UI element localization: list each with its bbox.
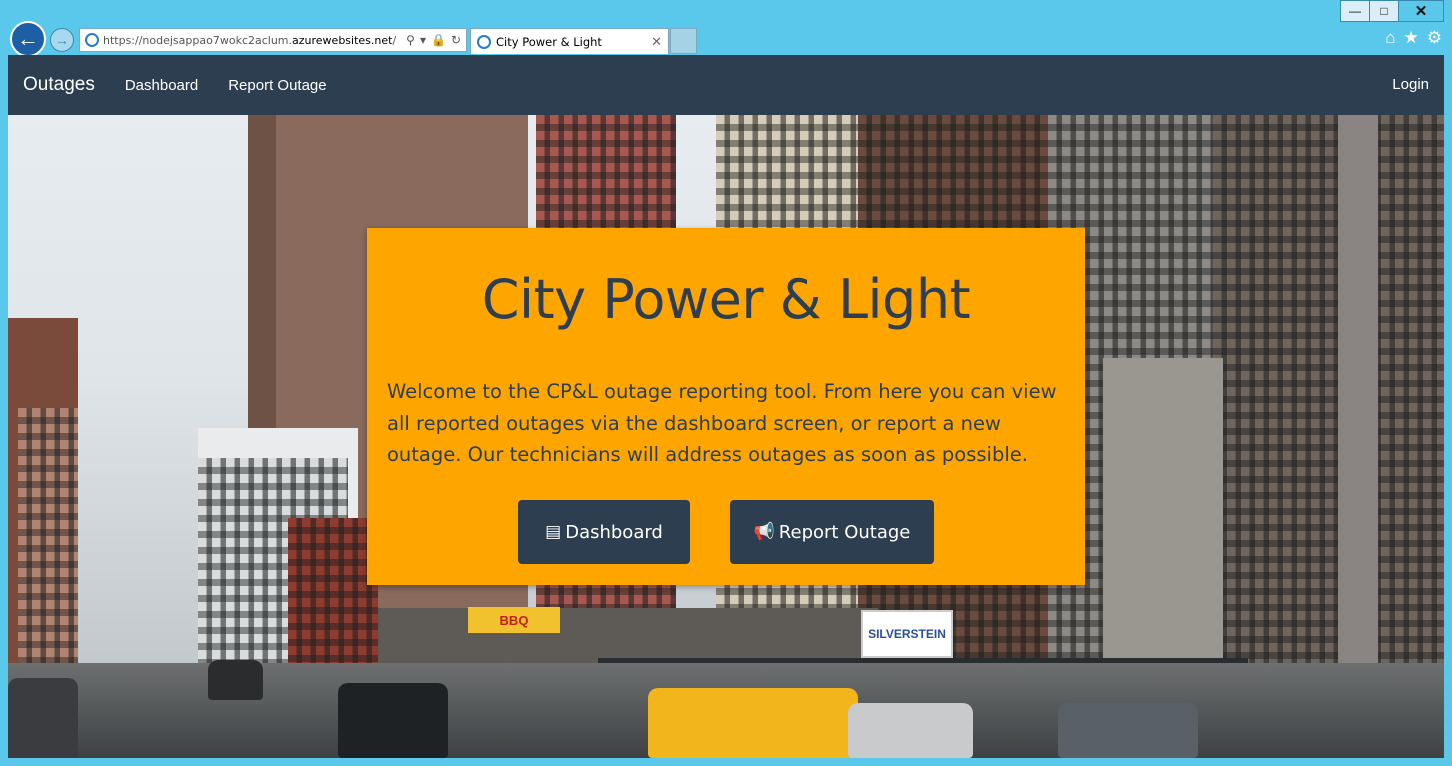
dashboard-button[interactable]: ▤ Dashboard: [518, 500, 690, 564]
back-arrow-icon[interactable]: ←: [10, 21, 46, 57]
tab-city-power[interactable]: City Power & Light ✕: [470, 28, 669, 54]
search-icon[interactable]: ⚲: [406, 33, 415, 47]
nav-link-report-outage[interactable]: Report Outage: [228, 77, 326, 94]
browser-toolbar-icons: ⌂ ★ ⚙: [1385, 28, 1442, 48]
hero-description: Welcome to the CP&L outage reporting too…: [387, 380, 1057, 466]
new-tab-button[interactable]: [670, 28, 697, 54]
forward-arrow-icon[interactable]: →: [50, 28, 74, 52]
hero-card: City Power & Light Welcome to the CP&L o…: [367, 228, 1085, 585]
site-favicon-icon: [85, 33, 99, 47]
car: [208, 660, 263, 700]
car: [8, 678, 78, 758]
tab-title: City Power & Light: [496, 34, 602, 49]
nav-link-login[interactable]: Login: [1392, 76, 1429, 93]
maximize-icon[interactable]: □: [1369, 0, 1399, 22]
close-icon[interactable]: ✕: [1398, 0, 1444, 22]
page-viewport: Outages Dashboard Report Outage Login BB…: [8, 55, 1444, 758]
report-outage-button-label: Report Outage: [778, 521, 911, 543]
top-navbar: Outages Dashboard Report Outage Login: [8, 55, 1444, 115]
url-domain: azurewebsites.net: [292, 33, 393, 47]
refresh-icon[interactable]: ↻: [451, 33, 461, 47]
car: [848, 703, 973, 758]
minimize-icon[interactable]: —: [1340, 0, 1370, 22]
bbq-sign: BBQ: [468, 607, 560, 633]
taxi: [648, 688, 858, 758]
url-prefix: https://nodejsappao7wokc2aclum.: [103, 33, 293, 47]
nav-link-dashboard[interactable]: Dashboard: [125, 77, 198, 94]
lock-icon[interactable]: 🔒: [431, 33, 446, 47]
hero-title: City Power & Light: [481, 268, 971, 331]
gear-icon[interactable]: ⚙: [1427, 28, 1442, 48]
window-controls: — □ ✕: [1340, 0, 1444, 22]
dashboard-button-label: Dashboard: [565, 521, 663, 543]
list-icon: ▤: [545, 522, 562, 542]
star-icon[interactable]: ★: [1404, 28, 1419, 48]
car: [1058, 703, 1198, 758]
report-outage-button[interactable]: 📢 Report Outage: [730, 500, 934, 564]
url-suffix: /: [392, 33, 397, 47]
tab-favicon-icon: [477, 34, 491, 49]
silverstein-sign: SILVERSTEIN: [861, 610, 953, 658]
navbar-brand[interactable]: Outages: [23, 74, 95, 96]
address-bar[interactable]: https://nodejsappao7wokc2aclum.azurewebs…: [79, 28, 467, 52]
home-icon[interactable]: ⌂: [1385, 28, 1395, 48]
bullhorn-icon: 📢: [753, 522, 775, 542]
dropdown-arrow-icon[interactable]: ▾: [420, 33, 426, 47]
browser-chrome: — □ ✕ ← → https://nodejsappao7wokc2aclum…: [0, 0, 1452, 57]
tab-close-icon[interactable]: ✕: [651, 34, 662, 50]
building: [1338, 115, 1378, 758]
car: [338, 683, 448, 758]
address-url[interactable]: https://nodejsappao7wokc2aclum.azurewebs…: [103, 34, 406, 47]
